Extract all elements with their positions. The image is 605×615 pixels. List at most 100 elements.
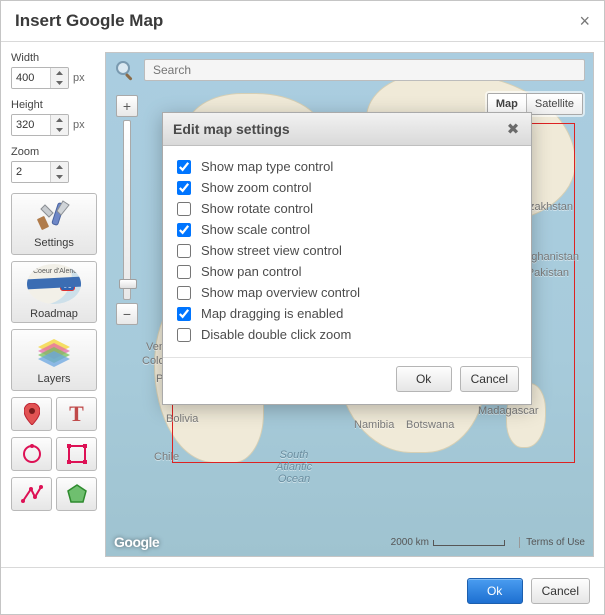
settings-label: Settings xyxy=(34,237,74,249)
option-checkbox[interactable] xyxy=(177,223,191,237)
zoom-input[interactable] xyxy=(12,162,50,182)
roadmap-label: Roadmap xyxy=(30,308,78,320)
inner-close-icon[interactable]: ✖ xyxy=(505,121,521,137)
width-input[interactable] xyxy=(12,68,50,88)
search-icon[interactable] xyxy=(114,59,136,81)
option-row[interactable]: Show zoom control xyxy=(177,177,517,198)
edit-settings-dialog: Edit map settings ✖ Show map type contro… xyxy=(162,112,532,405)
options-list: Show map type controlShow zoom controlSh… xyxy=(163,146,531,351)
inner-cancel-button[interactable]: Cancel xyxy=(460,366,519,392)
circle-button[interactable] xyxy=(11,437,52,471)
width-down-icon[interactable] xyxy=(51,78,68,88)
option-row[interactable]: Show map overview control xyxy=(177,282,517,303)
polygon-icon xyxy=(66,483,88,505)
option-row[interactable]: Show scale control xyxy=(177,219,517,240)
text-button[interactable]: T xyxy=(56,397,97,431)
option-checkbox[interactable] xyxy=(177,328,191,342)
option-row[interactable]: Show map type control xyxy=(177,156,517,177)
option-checkbox[interactable] xyxy=(177,202,191,216)
width-unit: px xyxy=(73,72,85,84)
inner-title: Edit map settings xyxy=(173,121,290,137)
width-label: Width xyxy=(11,52,97,64)
label-south-atlantic: SouthAtlanticOcean xyxy=(276,449,312,485)
option-label: Show map overview control xyxy=(201,285,360,300)
label-madagascar: Madagascar xyxy=(478,405,539,417)
maptype-map[interactable]: Map xyxy=(488,94,526,114)
zoom-out-button[interactable]: − xyxy=(116,303,138,325)
search-input[interactable] xyxy=(144,59,585,81)
polygon-button[interactable] xyxy=(56,477,97,511)
option-checkbox[interactable] xyxy=(177,307,191,321)
zoom-handle[interactable] xyxy=(119,279,137,289)
option-checkbox[interactable] xyxy=(177,181,191,195)
maptype-satellite[interactable]: Satellite xyxy=(526,94,582,114)
label-botswana: Botswana xyxy=(406,419,454,431)
marker-icon xyxy=(24,403,40,425)
zoom-down-icon[interactable] xyxy=(51,172,68,182)
option-checkbox[interactable] xyxy=(177,265,191,279)
zoom-up-icon[interactable] xyxy=(51,162,68,172)
rectangle-icon xyxy=(66,443,88,465)
width-stepper[interactable] xyxy=(11,67,69,89)
option-row[interactable]: Map dragging is enabled xyxy=(177,303,517,324)
dialog-title: Insert Google Map xyxy=(15,11,163,31)
option-row[interactable]: Show rotate control xyxy=(177,198,517,219)
zoom-slider[interactable] xyxy=(123,120,131,300)
height-stepper[interactable] xyxy=(11,114,69,136)
roadmap-button[interactable]: Coeur d'Alene 90 Roadmap xyxy=(11,261,97,323)
ok-button[interactable]: Ok xyxy=(467,578,523,604)
layers-label: Layers xyxy=(37,373,70,385)
rectangle-button[interactable] xyxy=(56,437,97,471)
layers-button[interactable]: Layers xyxy=(11,329,97,391)
option-label: Map dragging is enabled xyxy=(201,306,343,321)
height-field: Height px xyxy=(11,99,97,136)
option-row[interactable]: Show pan control xyxy=(177,261,517,282)
option-checkbox[interactable] xyxy=(177,160,191,174)
scale-control: 2000 km xyxy=(391,537,505,548)
settings-button[interactable]: Settings xyxy=(11,193,97,255)
marker-button[interactable] xyxy=(11,397,52,431)
label-pakistan: Pakistan xyxy=(527,267,569,279)
inner-ok-button[interactable]: Ok xyxy=(396,366,452,392)
terms-link[interactable]: Terms of Use xyxy=(519,537,585,548)
roadmap-town: Coeur d'Alene xyxy=(33,268,77,275)
option-row[interactable]: Disable double click zoom xyxy=(177,324,517,345)
zoom-field: Zoom xyxy=(11,146,97,183)
label-bolivia: Bolivia xyxy=(166,413,198,425)
close-icon[interactable]: × xyxy=(579,12,590,30)
tools-icon xyxy=(35,199,73,233)
option-label: Show scale control xyxy=(201,222,310,237)
sidebar: Width px Height xyxy=(11,52,97,557)
roadmap-thumbnail: Coeur d'Alene 90 xyxy=(27,264,81,304)
height-label: Height xyxy=(11,99,97,111)
height-up-icon[interactable] xyxy=(51,115,68,125)
zoom-stepper[interactable] xyxy=(11,161,69,183)
option-row[interactable]: Show street view control xyxy=(177,240,517,261)
google-logo: Google xyxy=(114,534,159,550)
height-input[interactable] xyxy=(12,115,50,135)
height-down-icon[interactable] xyxy=(51,125,68,135)
scale-bar xyxy=(433,540,505,546)
layers-icon xyxy=(34,335,74,369)
inner-footer: Ok Cancel xyxy=(163,357,531,404)
inner-titlebar: Edit map settings ✖ xyxy=(163,113,531,146)
text-icon: T xyxy=(69,401,84,427)
outer-titlebar: Insert Google Map × xyxy=(1,1,604,42)
label-namibia: Namibia xyxy=(354,419,394,431)
cancel-button[interactable]: Cancel xyxy=(531,578,590,604)
option-checkbox[interactable] xyxy=(177,286,191,300)
zoom-control: + − xyxy=(116,95,138,325)
height-unit: px xyxy=(73,119,85,131)
width-up-icon[interactable] xyxy=(51,68,68,78)
polyline-button[interactable] xyxy=(11,477,52,511)
polyline-icon xyxy=(21,483,43,505)
zoom-in-button[interactable]: + xyxy=(116,95,138,117)
option-label: Show map type control xyxy=(201,159,333,174)
width-field: Width px xyxy=(11,52,97,89)
option-checkbox[interactable] xyxy=(177,244,191,258)
option-label: Show street view control xyxy=(201,243,342,258)
zoom-label: Zoom xyxy=(11,146,97,158)
option-label: Show pan control xyxy=(201,264,301,279)
search-bar xyxy=(114,59,585,81)
option-label: Disable double click zoom xyxy=(201,327,351,342)
